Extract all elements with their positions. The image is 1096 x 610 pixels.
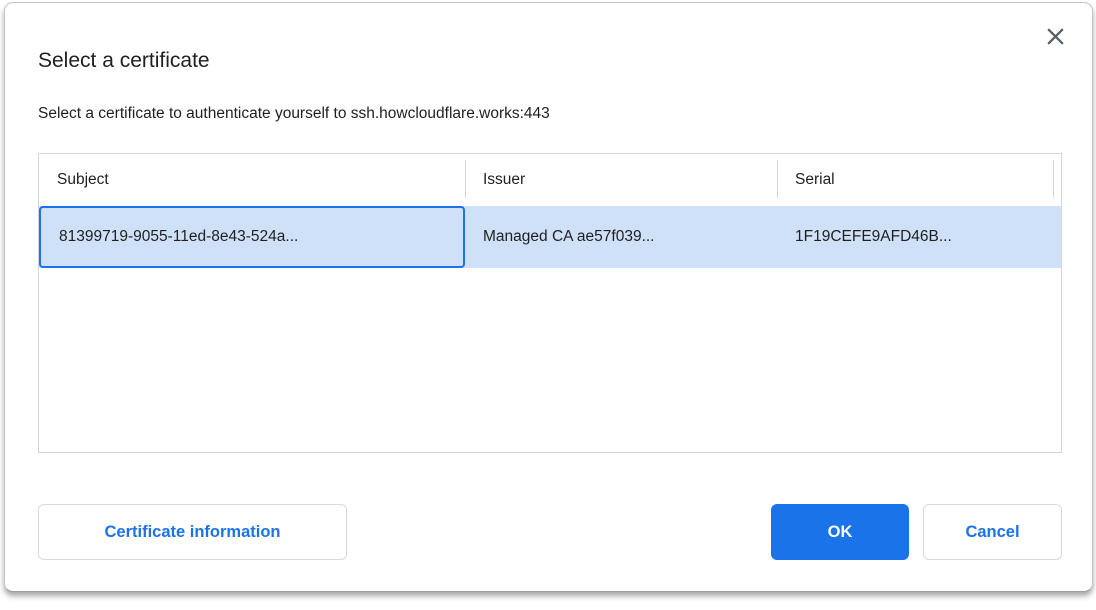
column-header-gutter <box>1053 154 1061 206</box>
column-header-subject: Subject <box>39 154 465 206</box>
cell-serial: 1F19CEFE9AFD46B... <box>777 206 1053 268</box>
dialog-subtitle: Select a certificate to authenticate you… <box>38 103 550 125</box>
close-button[interactable] <box>1040 21 1070 51</box>
column-header-serial: Serial <box>777 154 1053 206</box>
certificate-select-dialog: Select a certificate Select a certificat… <box>4 2 1093 592</box>
cancel-button[interactable]: Cancel <box>923 504 1062 560</box>
dialog-title: Select a certificate <box>38 47 210 75</box>
close-icon <box>1044 25 1067 48</box>
cell-subject: 81399719-9055-11ed-8e43-524a... <box>39 206 465 268</box>
certificate-table: Subject Issuer Serial 81399719-9055-11ed… <box>38 153 1062 453</box>
column-header-issuer: Issuer <box>465 154 777 206</box>
certificate-row-selected[interactable]: 81399719-9055-11ed-8e43-524a... Managed … <box>39 206 1061 268</box>
certificate-information-button[interactable]: Certificate information <box>38 504 347 560</box>
cell-issuer: Managed CA ae57f039... <box>465 206 777 268</box>
ok-button[interactable]: OK <box>771 504 909 560</box>
certificate-table-header: Subject Issuer Serial <box>39 154 1061 206</box>
